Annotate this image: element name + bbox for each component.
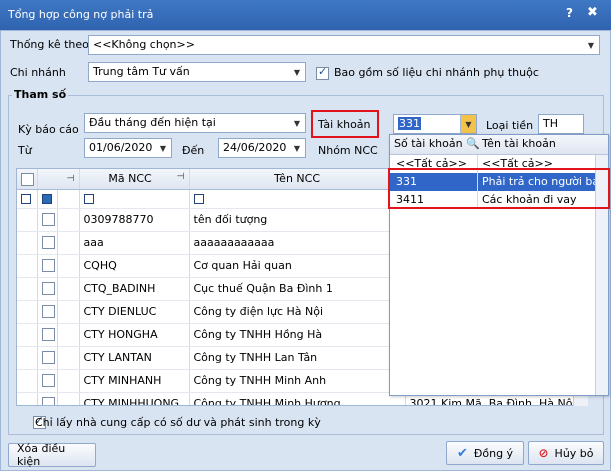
loai-tien-select[interactable]: TH — [538, 114, 584, 134]
tai-khoan-label: Tài khoản — [318, 118, 371, 131]
chevron-down-icon[interactable]: ▼ — [289, 139, 305, 157]
cell-ten-ncc: Cục thuế Quận Ba Đình 1 — [189, 277, 406, 301]
cell-ma-ncc: CTQ_BADINH — [79, 277, 190, 301]
filter-cell[interactable] — [57, 189, 80, 209]
chi-nhanh-value: Trung tâm Tư vấn — [93, 65, 190, 78]
cell-ma-ncc: CTY LANTAN — [79, 346, 190, 370]
help-icon[interactable]: ? — [566, 6, 573, 20]
cell-ten-ncc: aaaaaaaaaaaa — [189, 231, 406, 255]
header-ma-ncc[interactable]: Mã NCC ⊣ — [79, 169, 190, 190]
filter-cell[interactable] — [189, 189, 406, 209]
only-balance-label: Chỉ lấy nhà cung cấp có số dư và phát si… — [35, 416, 321, 429]
tham-so-title: Tham số — [12, 88, 69, 101]
filter-cell[interactable] — [17, 189, 38, 209]
window-title: Tổng hợp công nợ phải trả — [8, 8, 154, 21]
row-checkbox[interactable] — [37, 208, 58, 232]
den-value: 24/06/2020 — [223, 141, 287, 154]
tu-label: Từ — [18, 144, 32, 157]
filter-cell[interactable] — [37, 189, 58, 209]
loai-tien-label: Loại tiền — [486, 119, 534, 132]
ky-bao-cao-value: Đầu tháng đến hiện tại — [89, 116, 216, 129]
thong-ke-theo-value: <<Không chọn>> — [93, 38, 195, 51]
clear-conditions-button[interactable]: Xóa điều kiện — [8, 442, 96, 468]
cell-ten-ncc: tên đối tượng — [189, 208, 406, 232]
cell-ten-ncc: Công ty điện lực Hà Nội — [189, 300, 406, 324]
chi-nhanh-select[interactable]: Trung tâm Tư vấn ▼ — [88, 62, 306, 82]
col-ten-tai-khoan: Tên tài khoản — [482, 137, 556, 150]
pin-icon: ⊣ — [176, 172, 185, 183]
thong-ke-theo-label: Thống kê theo — [10, 38, 89, 51]
ky-bao-cao-label: Kỳ báo cáo — [18, 123, 79, 136]
cancel-icon: ⊘ — [538, 446, 549, 460]
include-branch-label: Bao gồm số liệu chi nhánh phụ thuộc — [334, 66, 539, 79]
row-checkbox[interactable] — [37, 254, 58, 278]
select-all-header[interactable] — [17, 169, 38, 190]
include-branch-checkbox[interactable] — [316, 65, 329, 80]
cell-ten-ncc: Công ty TNHH Minh Hương — [189, 392, 406, 405]
col-so-tai-khoan: Số tài khoản — [394, 137, 463, 150]
title-bar: Tổng hợp công nợ phải trả ? ✖ — [0, 0, 611, 30]
tu-date-input[interactable]: 01/06/2020 ▼ — [84, 138, 172, 158]
cell-ten-ncc: Cơ quan Hải quan — [189, 254, 406, 278]
nhom-ncc-label: Nhóm NCC — [318, 144, 378, 157]
row-checkbox[interactable] — [37, 277, 58, 301]
cell-ma-ncc: CQHQ — [79, 254, 190, 278]
header-ten-ncc[interactable]: Tên NCC — [189, 169, 406, 190]
cell-ten-ncc: Công ty TNHH Lan Tân — [189, 346, 406, 370]
cell-ma-ncc: CTY HONGHA — [79, 323, 190, 347]
cell-ten-ncc: Công ty TNHH Hồng Hà — [189, 323, 406, 347]
account-dropdown-header: Số tài khoản 🔍 Tên tài khoản — [390, 135, 608, 155]
cell-ma-ncc: CTY MINHHUONG — [79, 392, 190, 405]
check-icon: ✔ — [456, 445, 468, 461]
account-options-highlight — [388, 168, 610, 209]
tu-value: 01/06/2020 — [89, 141, 153, 154]
chevron-down-icon[interactable]: ▼ — [289, 114, 305, 132]
den-label: Đến — [182, 144, 205, 157]
cell-ma-ncc: CTY MINHANH — [79, 369, 190, 393]
chi-nhanh-label: Chi nhánh — [10, 66, 66, 79]
binoculars-icon: 🔍 — [466, 137, 480, 150]
close-icon[interactable]: ✖ — [587, 5, 598, 20]
chevron-down-icon[interactable]: ▼ — [460, 115, 476, 133]
row-checkbox[interactable] — [37, 300, 58, 324]
cell-ma-ncc: 0309788770 — [79, 208, 190, 232]
cell-ma-ncc: aaa — [79, 231, 190, 255]
tai-khoan-value: 331 — [398, 117, 421, 130]
ky-bao-cao-select[interactable]: Đầu tháng đến hiện tại ▼ — [84, 113, 306, 133]
row-checkbox[interactable] — [37, 231, 58, 255]
row-checkbox[interactable] — [37, 346, 58, 370]
cancel-button[interactable]: ⊘ Hủy bỏ — [528, 441, 604, 465]
tai-khoan-select[interactable]: 331 ▼ — [393, 114, 477, 134]
cell-ten-ncc: Công ty TNHH Minh Anh — [189, 369, 406, 393]
filter-cell[interactable] — [79, 189, 190, 209]
ok-button[interactable]: ✔ Đồng ý — [446, 441, 524, 465]
chevron-down-icon[interactable]: ▼ — [583, 36, 599, 54]
row-checkbox[interactable] — [37, 369, 58, 393]
row-checkbox[interactable] — [37, 323, 58, 347]
row-checkbox[interactable] — [37, 392, 58, 405]
thong-ke-theo-select[interactable]: <<Không chọn>> ▼ — [88, 35, 600, 55]
chevron-down-icon[interactable]: ▼ — [289, 63, 305, 81]
chevron-down-icon[interactable]: ▼ — [155, 139, 171, 157]
pin-header: ⊣ — [37, 169, 80, 190]
den-date-input[interactable]: 24/06/2020 ▼ — [218, 138, 306, 158]
cell-ma-ncc: CTY DIENLUC — [79, 300, 190, 324]
loai-tien-value: TH — [543, 117, 558, 130]
